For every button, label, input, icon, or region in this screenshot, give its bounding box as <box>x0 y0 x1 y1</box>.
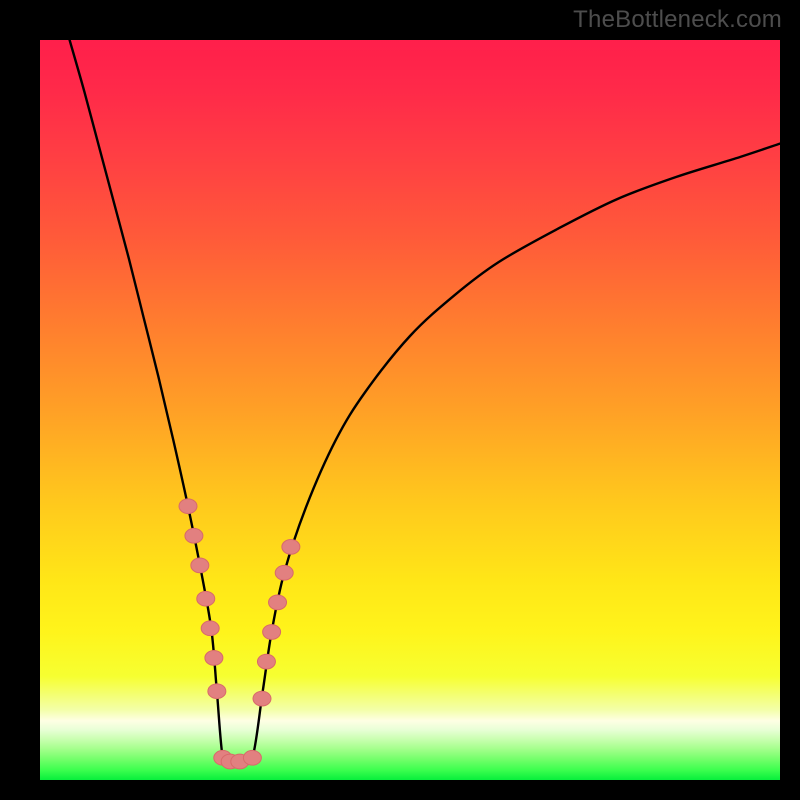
chart-frame: TheBottleneck.com <box>0 0 800 800</box>
highlight-dot <box>205 651 223 666</box>
highlight-dots <box>179 499 300 769</box>
highlight-dot <box>185 528 203 543</box>
highlight-dot <box>197 591 215 606</box>
curve-layer <box>40 40 780 780</box>
highlight-dot <box>208 684 226 699</box>
highlight-dot <box>201 621 219 636</box>
watermark-text: TheBottleneck.com <box>573 6 782 34</box>
highlight-dot <box>263 625 281 640</box>
highlight-dot <box>179 499 197 514</box>
highlight-dot <box>282 540 300 555</box>
highlight-dot <box>191 558 209 573</box>
plot-window <box>40 40 780 780</box>
highlight-dot <box>269 595 287 610</box>
highlight-dot <box>253 691 271 706</box>
highlight-dot <box>243 750 261 765</box>
highlight-dot <box>257 654 275 669</box>
bottleneck-curve <box>70 40 780 764</box>
highlight-dot <box>275 565 293 580</box>
